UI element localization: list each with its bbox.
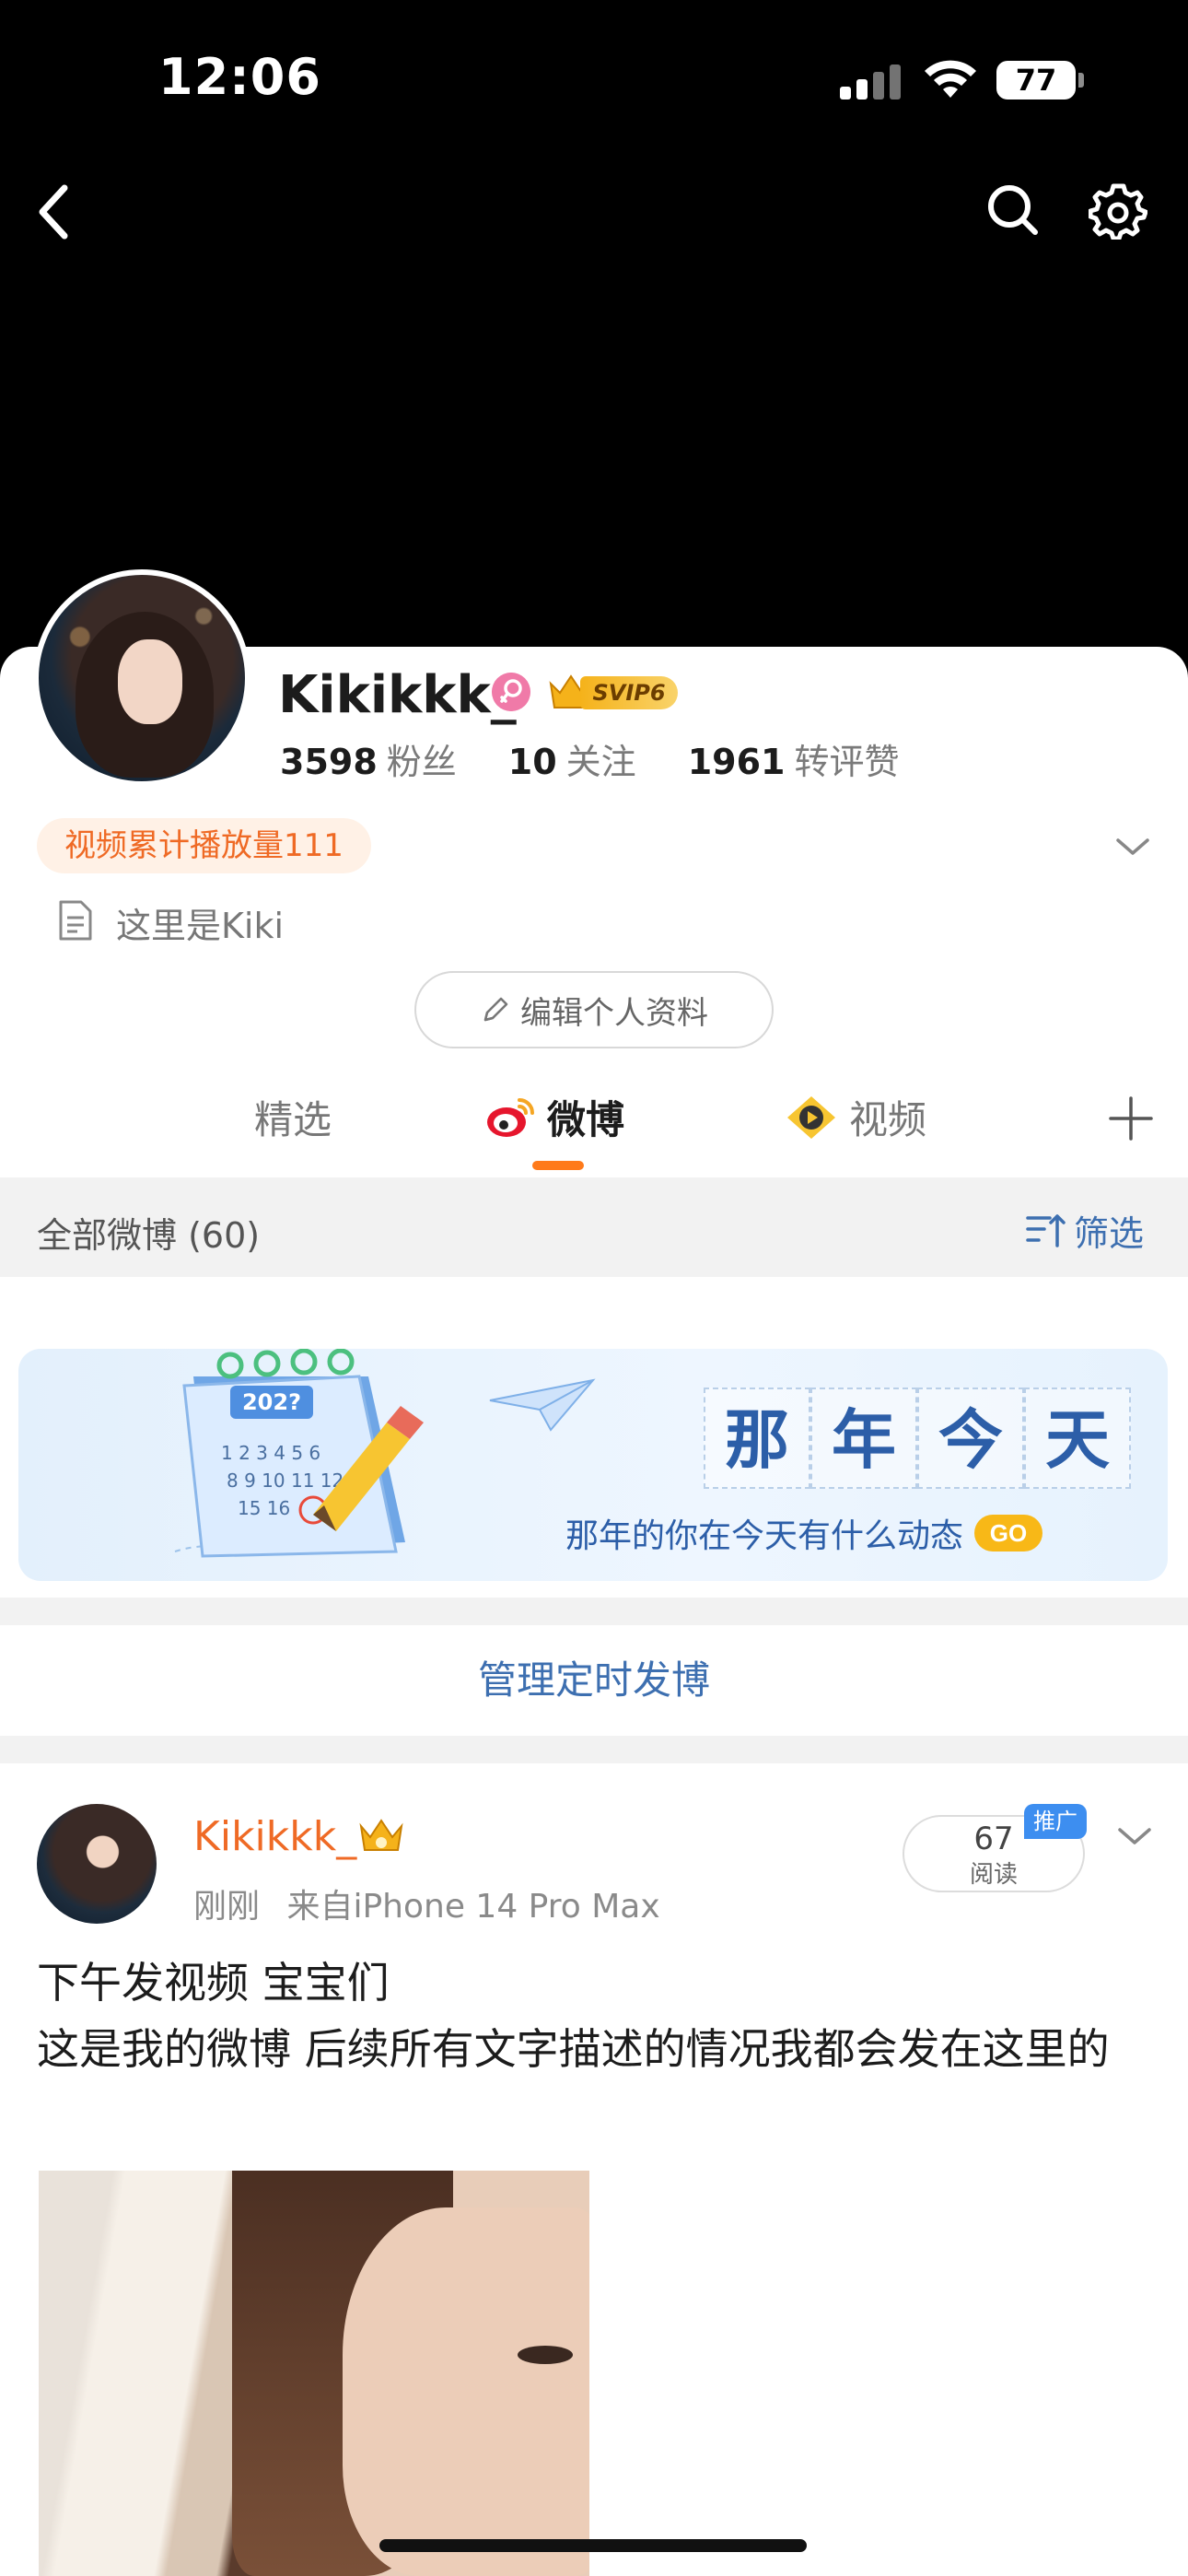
chevron-down-icon[interactable] bbox=[1116, 1822, 1153, 1850]
memory-title-char: 天 bbox=[1024, 1388, 1131, 1489]
status-bar: 12:06 77 bbox=[0, 0, 1188, 138]
video-plays-badge[interactable]: 视频累计播放量111 bbox=[37, 818, 371, 873]
stat-label: 转评赞 bbox=[794, 742, 900, 782]
read-label: 阅读 bbox=[969, 1861, 1018, 1889]
go-button[interactable]: GO bbox=[974, 1515, 1043, 1551]
tab-label: 视频 bbox=[849, 1097, 927, 1142]
filter-bar: 全部微博 (60) 筛选 bbox=[0, 1177, 1188, 1277]
svip-label: SVIP6 bbox=[580, 676, 678, 709]
battery-icon: 77 bbox=[996, 61, 1085, 100]
tab-featured[interactable]: 精选 bbox=[254, 1089, 332, 1145]
settings-gear-icon[interactable] bbox=[1089, 181, 1147, 240]
active-tab-indicator bbox=[532, 1161, 584, 1170]
post-author-avatar[interactable] bbox=[37, 1804, 157, 1924]
post-image[interactable] bbox=[39, 2171, 589, 2576]
svg-text:1 2 3 4 5 6: 1 2 3 4 5 6 bbox=[221, 1442, 320, 1464]
stat-following[interactable]: 10 关注 bbox=[508, 733, 636, 784]
stat-label: 粉丝 bbox=[386, 742, 457, 782]
post-meta: 刚刚 来自iPhone 14 Pro Max bbox=[193, 1879, 660, 1927]
status-time: 12:06 bbox=[158, 48, 321, 106]
wifi-icon bbox=[925, 60, 976, 98]
profile-tabs: 精选 微博 视频 bbox=[0, 1078, 1188, 1174]
profile-avatar[interactable] bbox=[33, 569, 250, 787]
tab-video[interactable]: 视频 bbox=[785, 1089, 926, 1145]
search-icon[interactable] bbox=[984, 181, 1042, 240]
memory-title-char: 年 bbox=[810, 1388, 917, 1489]
promote-tag[interactable]: 推广 bbox=[1024, 1804, 1087, 1839]
cellular-signal-icon bbox=[840, 63, 904, 100]
crown-icon bbox=[359, 1819, 403, 1851]
profile-username: Kikikkk_ bbox=[278, 665, 517, 725]
post-time: 刚刚 bbox=[193, 1888, 261, 1926]
battery-level: 77 bbox=[996, 61, 1076, 100]
memory-banner[interactable]: 202? 1 2 3 4 5 6 8 9 10 11 12 15 16 那 年 … bbox=[18, 1349, 1168, 1581]
paper-plane-icon bbox=[489, 1378, 596, 1432]
filter-icon bbox=[1026, 1213, 1066, 1247]
filter-label: 筛选 bbox=[1074, 1213, 1145, 1254]
svg-text:15 16: 15 16 bbox=[238, 1497, 290, 1519]
chevron-down-icon[interactable] bbox=[1114, 833, 1151, 861]
video-tab-icon bbox=[787, 1095, 835, 1139]
post-line: 这是我的微博 后续所有文字描述的情况我都会发在这里的 bbox=[37, 2024, 1110, 2074]
memory-subtitle-text: 那年的你在今天有什么动态 bbox=[565, 1517, 964, 1555]
stat-label: 关注 bbox=[565, 742, 636, 782]
memory-subtitle: 那年的你在今天有什么动态 GO bbox=[565, 1509, 1043, 1557]
tab-label: 微博 bbox=[547, 1097, 625, 1142]
divider bbox=[0, 1598, 1188, 1625]
calendar-year: 202? bbox=[242, 1389, 301, 1415]
plus-icon[interactable] bbox=[1107, 1095, 1155, 1142]
svg-text:8 9 10 11 12: 8 9 10 11 12 bbox=[227, 1469, 344, 1492]
back-icon[interactable] bbox=[28, 175, 87, 249]
manage-scheduled-posts-button[interactable]: 管理定时发博 bbox=[0, 1625, 1188, 1736]
stat-interactions[interactable]: 1961 转评赞 bbox=[688, 733, 900, 784]
home-indicator bbox=[379, 2539, 807, 2552]
divider bbox=[0, 1736, 1188, 1763]
profile-bio: 这里是Kiki bbox=[116, 906, 285, 946]
tab-weibo[interactable]: 微博 bbox=[484, 1089, 624, 1145]
female-gender-icon bbox=[492, 673, 530, 711]
filter-button[interactable]: 筛选 bbox=[1026, 1205, 1144, 1256]
svip-badge[interactable]: SVIP6 bbox=[547, 669, 680, 715]
post-body: 下午发视频 宝宝们 这是我的微博 后续所有文字描述的情况我都会发在这里的 bbox=[37, 1950, 1151, 2082]
memory-title-char: 那 bbox=[704, 1388, 810, 1489]
edit-profile-button[interactable]: 编辑个人资料 bbox=[414, 971, 774, 1048]
memory-title-char: 今 bbox=[917, 1388, 1024, 1489]
stat-number: 10 bbox=[507, 742, 557, 782]
stat-number: 1961 bbox=[687, 742, 786, 782]
edit-profile-label: 编辑个人资料 bbox=[520, 994, 708, 1032]
memory-title: 那 年 今 天 bbox=[704, 1388, 1131, 1489]
all-posts-count: 全部微博 (60) bbox=[37, 1215, 261, 1256]
tab-label: 精选 bbox=[254, 1097, 332, 1142]
calendar-illustration: 202? 1 2 3 4 5 6 8 9 10 11 12 15 16 bbox=[174, 1349, 424, 1558]
profile-stats: 3598 粉丝 10 关注 1961 转评赞 bbox=[280, 733, 950, 782]
post-author-name[interactable]: Kikikkk_ bbox=[193, 1813, 356, 1860]
weibo-logo-icon bbox=[487, 1097, 534, 1137]
stat-followers[interactable]: 3598 粉丝 bbox=[280, 733, 457, 784]
document-icon bbox=[59, 900, 92, 941]
pencil-icon bbox=[483, 997, 508, 1022]
post-source: 来自iPhone 14 Pro Max bbox=[286, 1888, 660, 1926]
stat-number: 3598 bbox=[280, 742, 378, 782]
post-line: 下午发视频 宝宝们 bbox=[37, 1958, 390, 2008]
